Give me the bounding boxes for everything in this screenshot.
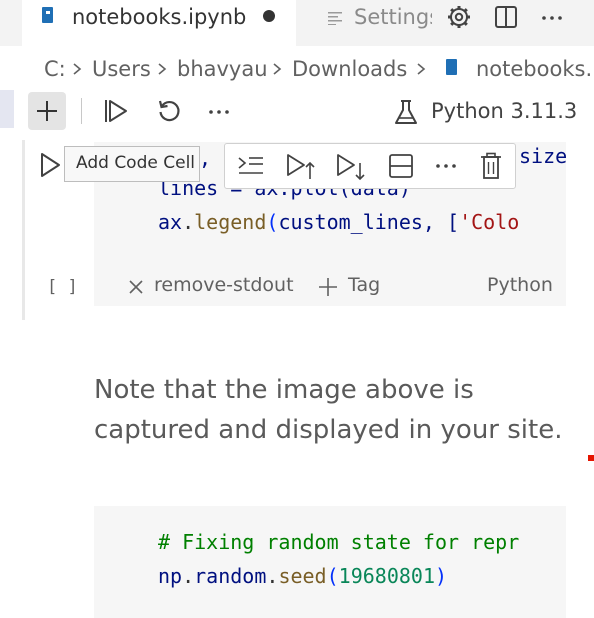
cell-focus-border xyxy=(22,140,25,320)
chevron-right-icon xyxy=(273,63,282,75)
run-above-icon[interactable] xyxy=(286,153,316,181)
code-fragment: size xyxy=(519,144,566,168)
restart-icon[interactable] xyxy=(156,98,182,124)
unsaved-dot-icon[interactable] xyxy=(263,10,275,22)
breadcrumb-item-downloads[interactable]: Downloads xyxy=(292,57,407,81)
add-code-cell-button[interactable] xyxy=(28,92,66,130)
run-cell-icon[interactable] xyxy=(39,152,61,178)
add-tag-button[interactable]: Tag xyxy=(348,274,380,296)
cell-language[interactable]: Python xyxy=(487,274,553,296)
execution-count: [ ] xyxy=(47,277,78,297)
run-below-icon[interactable] xyxy=(336,153,366,181)
cell-toolbar xyxy=(224,143,516,189)
tab-settings[interactable]: Settings xyxy=(296,0,432,46)
chevron-right-icon xyxy=(417,63,426,75)
tooltip: Add Code Cell xyxy=(64,146,200,182)
code-comment: # Fixing random state for repr xyxy=(158,530,520,554)
breadcrumb-item-file[interactable]: notebooks. xyxy=(476,57,592,81)
breadcrumb-item-users[interactable]: Users xyxy=(92,57,151,81)
close-icon[interactable] xyxy=(128,279,144,295)
plus-icon xyxy=(37,101,57,121)
code-line: ax.legend(custom_lines, ['Colo xyxy=(158,210,520,234)
notebook-icon xyxy=(42,7,53,23)
chevron-right-icon xyxy=(158,63,167,75)
code-cell[interactable]: # Fixing random state for repr np.random… xyxy=(94,506,566,618)
kernel-label[interactable]: Python 3.11.3 xyxy=(431,99,577,123)
code-fragment: , xyxy=(199,146,212,170)
execute-above-icon[interactable] xyxy=(237,154,265,178)
breadcrumb-item-bhavyau[interactable]: bhavyau xyxy=(177,57,268,81)
cell-tag[interactable]: remove-stdout xyxy=(154,274,294,296)
split-cell-icon[interactable] xyxy=(388,153,414,179)
gear-icon[interactable] xyxy=(445,3,473,31)
more-icon[interactable] xyxy=(539,3,567,31)
code-line: np.random.seed(19680801) xyxy=(158,564,448,588)
toolbar-divider xyxy=(81,98,82,124)
more-icon[interactable] xyxy=(433,156,461,176)
breadcrumb-item-drive[interactable]: C: xyxy=(44,57,66,81)
tab-label: Settings xyxy=(354,5,432,29)
trash-icon[interactable] xyxy=(479,152,503,180)
plus-icon[interactable] xyxy=(318,277,338,297)
kernel-flask-icon[interactable] xyxy=(393,98,419,126)
notebook-icon xyxy=(446,59,457,75)
scrollbar-marker xyxy=(588,455,594,461)
run-all-icon[interactable] xyxy=(103,98,129,124)
selection-indicator xyxy=(0,90,14,128)
markdown-cell[interactable]: Note that the image above is captured an… xyxy=(94,370,574,450)
tab-notebooks[interactable]: notebooks.ipynb xyxy=(22,0,296,46)
settings-lines-icon xyxy=(328,12,342,25)
split-editor-icon[interactable] xyxy=(492,3,520,31)
chevron-right-icon xyxy=(73,63,82,75)
more-icon[interactable] xyxy=(206,100,234,124)
tab-label: notebooks.ipynb xyxy=(72,5,247,29)
